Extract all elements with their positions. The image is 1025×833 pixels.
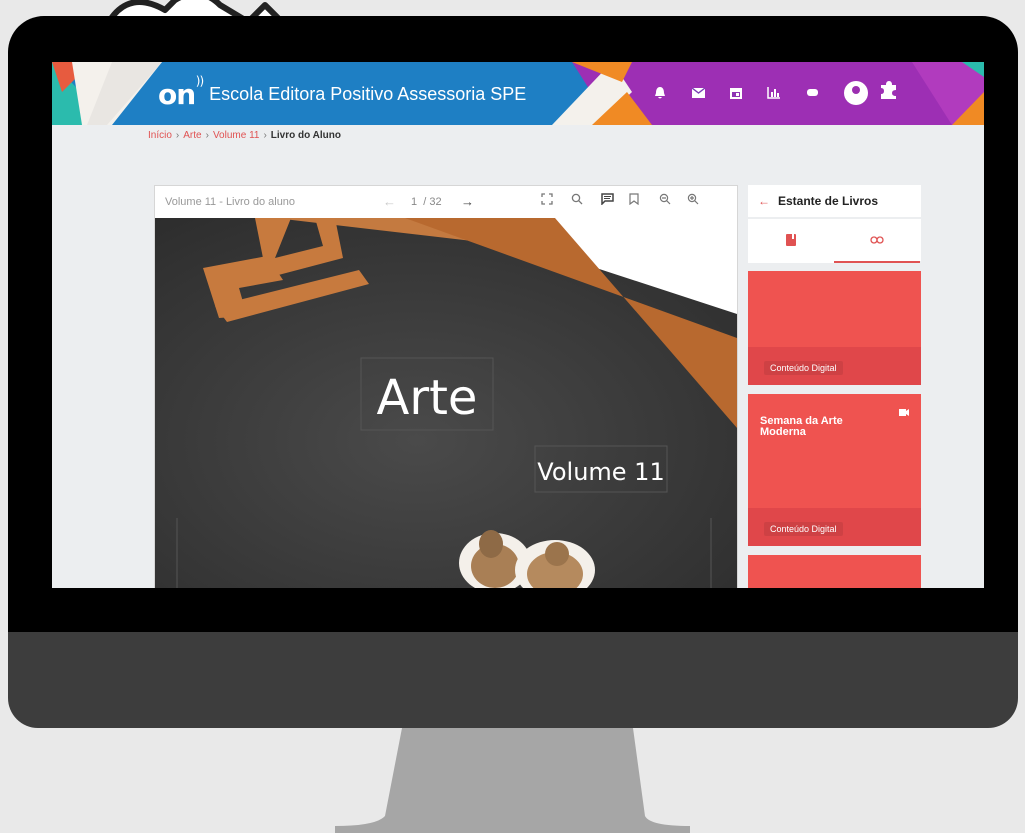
fullscreen-icon[interactable] bbox=[541, 193, 553, 208]
comment-icon[interactable] bbox=[601, 193, 614, 208]
breadcrumb-current: Livro do Aluno bbox=[270, 130, 341, 141]
breadcrumb-separator: › bbox=[205, 130, 209, 141]
tab-link[interactable] bbox=[834, 219, 920, 263]
monitor-chin bbox=[8, 632, 1018, 728]
card-footer: Conteúdo Digital bbox=[748, 508, 921, 546]
bookshelf-title: Estante de Livros bbox=[778, 194, 879, 208]
breadcrumb-link-arte[interactable]: Arte bbox=[183, 130, 201, 141]
bookshelf-tabs bbox=[748, 219, 921, 263]
content-card[interactable] bbox=[748, 555, 921, 588]
book-icon bbox=[786, 234, 796, 246]
brand[interactable]: on)) Escola Editora Positivo Assessoria … bbox=[158, 74, 527, 111]
cover-subtitle: Volume 11 bbox=[537, 458, 664, 486]
app-header: on)) Escola Editora Positivo Assessoria … bbox=[52, 62, 984, 125]
brand-logo[interactable]: on)) bbox=[158, 74, 204, 111]
zoom-in-icon[interactable] bbox=[687, 193, 699, 208]
bell-icon[interactable] bbox=[648, 81, 672, 105]
signal-icon: )) bbox=[195, 73, 204, 88]
breadcrumb-link-volume[interactable]: Volume 11 bbox=[213, 130, 260, 141]
document-title: Volume 11 - Livro do aluno bbox=[165, 196, 296, 208]
breadcrumb-link-inicio[interactable]: Início bbox=[148, 130, 172, 141]
user-avatar[interactable] bbox=[844, 81, 868, 105]
cover-title: Arte bbox=[377, 370, 478, 426]
link-icon bbox=[870, 236, 884, 244]
content-card[interactable]: Semana da Arte Moderna Conteúdo Digital bbox=[748, 394, 921, 546]
chat-icon[interactable] bbox=[800, 81, 824, 105]
zoom-out-icon[interactable] bbox=[659, 193, 671, 208]
card-type-label: Conteúdo Digital bbox=[764, 522, 843, 536]
bookshelf-header: ← Estante de Livros bbox=[748, 185, 921, 217]
breadcrumb: Início › Arte › Volume 11 › Livro do Aluno bbox=[148, 130, 341, 141]
breadcrumb-separator: › bbox=[175, 130, 180, 141]
prev-page-button[interactable]: ← bbox=[383, 194, 396, 209]
bookmark-icon[interactable] bbox=[629, 193, 639, 208]
monitor-stand bbox=[335, 728, 690, 833]
tab-book[interactable] bbox=[748, 219, 834, 263]
content-card[interactable]: Conteúdo Digital bbox=[748, 271, 921, 385]
calendar-icon[interactable] bbox=[724, 81, 748, 105]
header-actions bbox=[648, 80, 898, 106]
book-viewer: Volume 11 - Livro do aluno ← 1 / 32 → Ar… bbox=[154, 185, 738, 588]
current-page[interactable]: 1 bbox=[411, 196, 417, 208]
school-name: Escola Editora Positivo Assessoria SPE bbox=[209, 83, 527, 104]
card-type-label: Conteúdo Digital bbox=[764, 361, 843, 375]
next-page-button[interactable]: → bbox=[461, 194, 474, 209]
viewer-toolbar: Volume 11 - Livro do aluno ← 1 / 32 → bbox=[155, 186, 737, 219]
mail-icon[interactable] bbox=[686, 81, 710, 105]
page-indicator: 1 / 32 bbox=[411, 196, 442, 208]
puzzle-icon[interactable] bbox=[878, 80, 898, 106]
brand-logo-text: on bbox=[158, 77, 196, 111]
total-pages: / 32 bbox=[423, 196, 442, 208]
back-arrow-icon[interactable]: ← bbox=[758, 194, 770, 208]
search-icon[interactable] bbox=[571, 193, 583, 208]
book-cover-page: Arte Volume 11 bbox=[155, 218, 737, 588]
bookshelf-panel: ← Estante de Livros Conteúdo Digital Sem… bbox=[748, 185, 921, 588]
video-icon bbox=[899, 408, 909, 418]
card-footer: Conteúdo Digital bbox=[748, 347, 921, 385]
card-title: Semana da Arte Moderna bbox=[760, 415, 843, 438]
breadcrumb-separator: › bbox=[263, 130, 267, 141]
app-screen: on)) Escola Editora Positivo Assessoria … bbox=[52, 62, 984, 588]
cover-art: Arte Volume 11 bbox=[155, 218, 737, 588]
chart-icon[interactable] bbox=[762, 81, 786, 105]
